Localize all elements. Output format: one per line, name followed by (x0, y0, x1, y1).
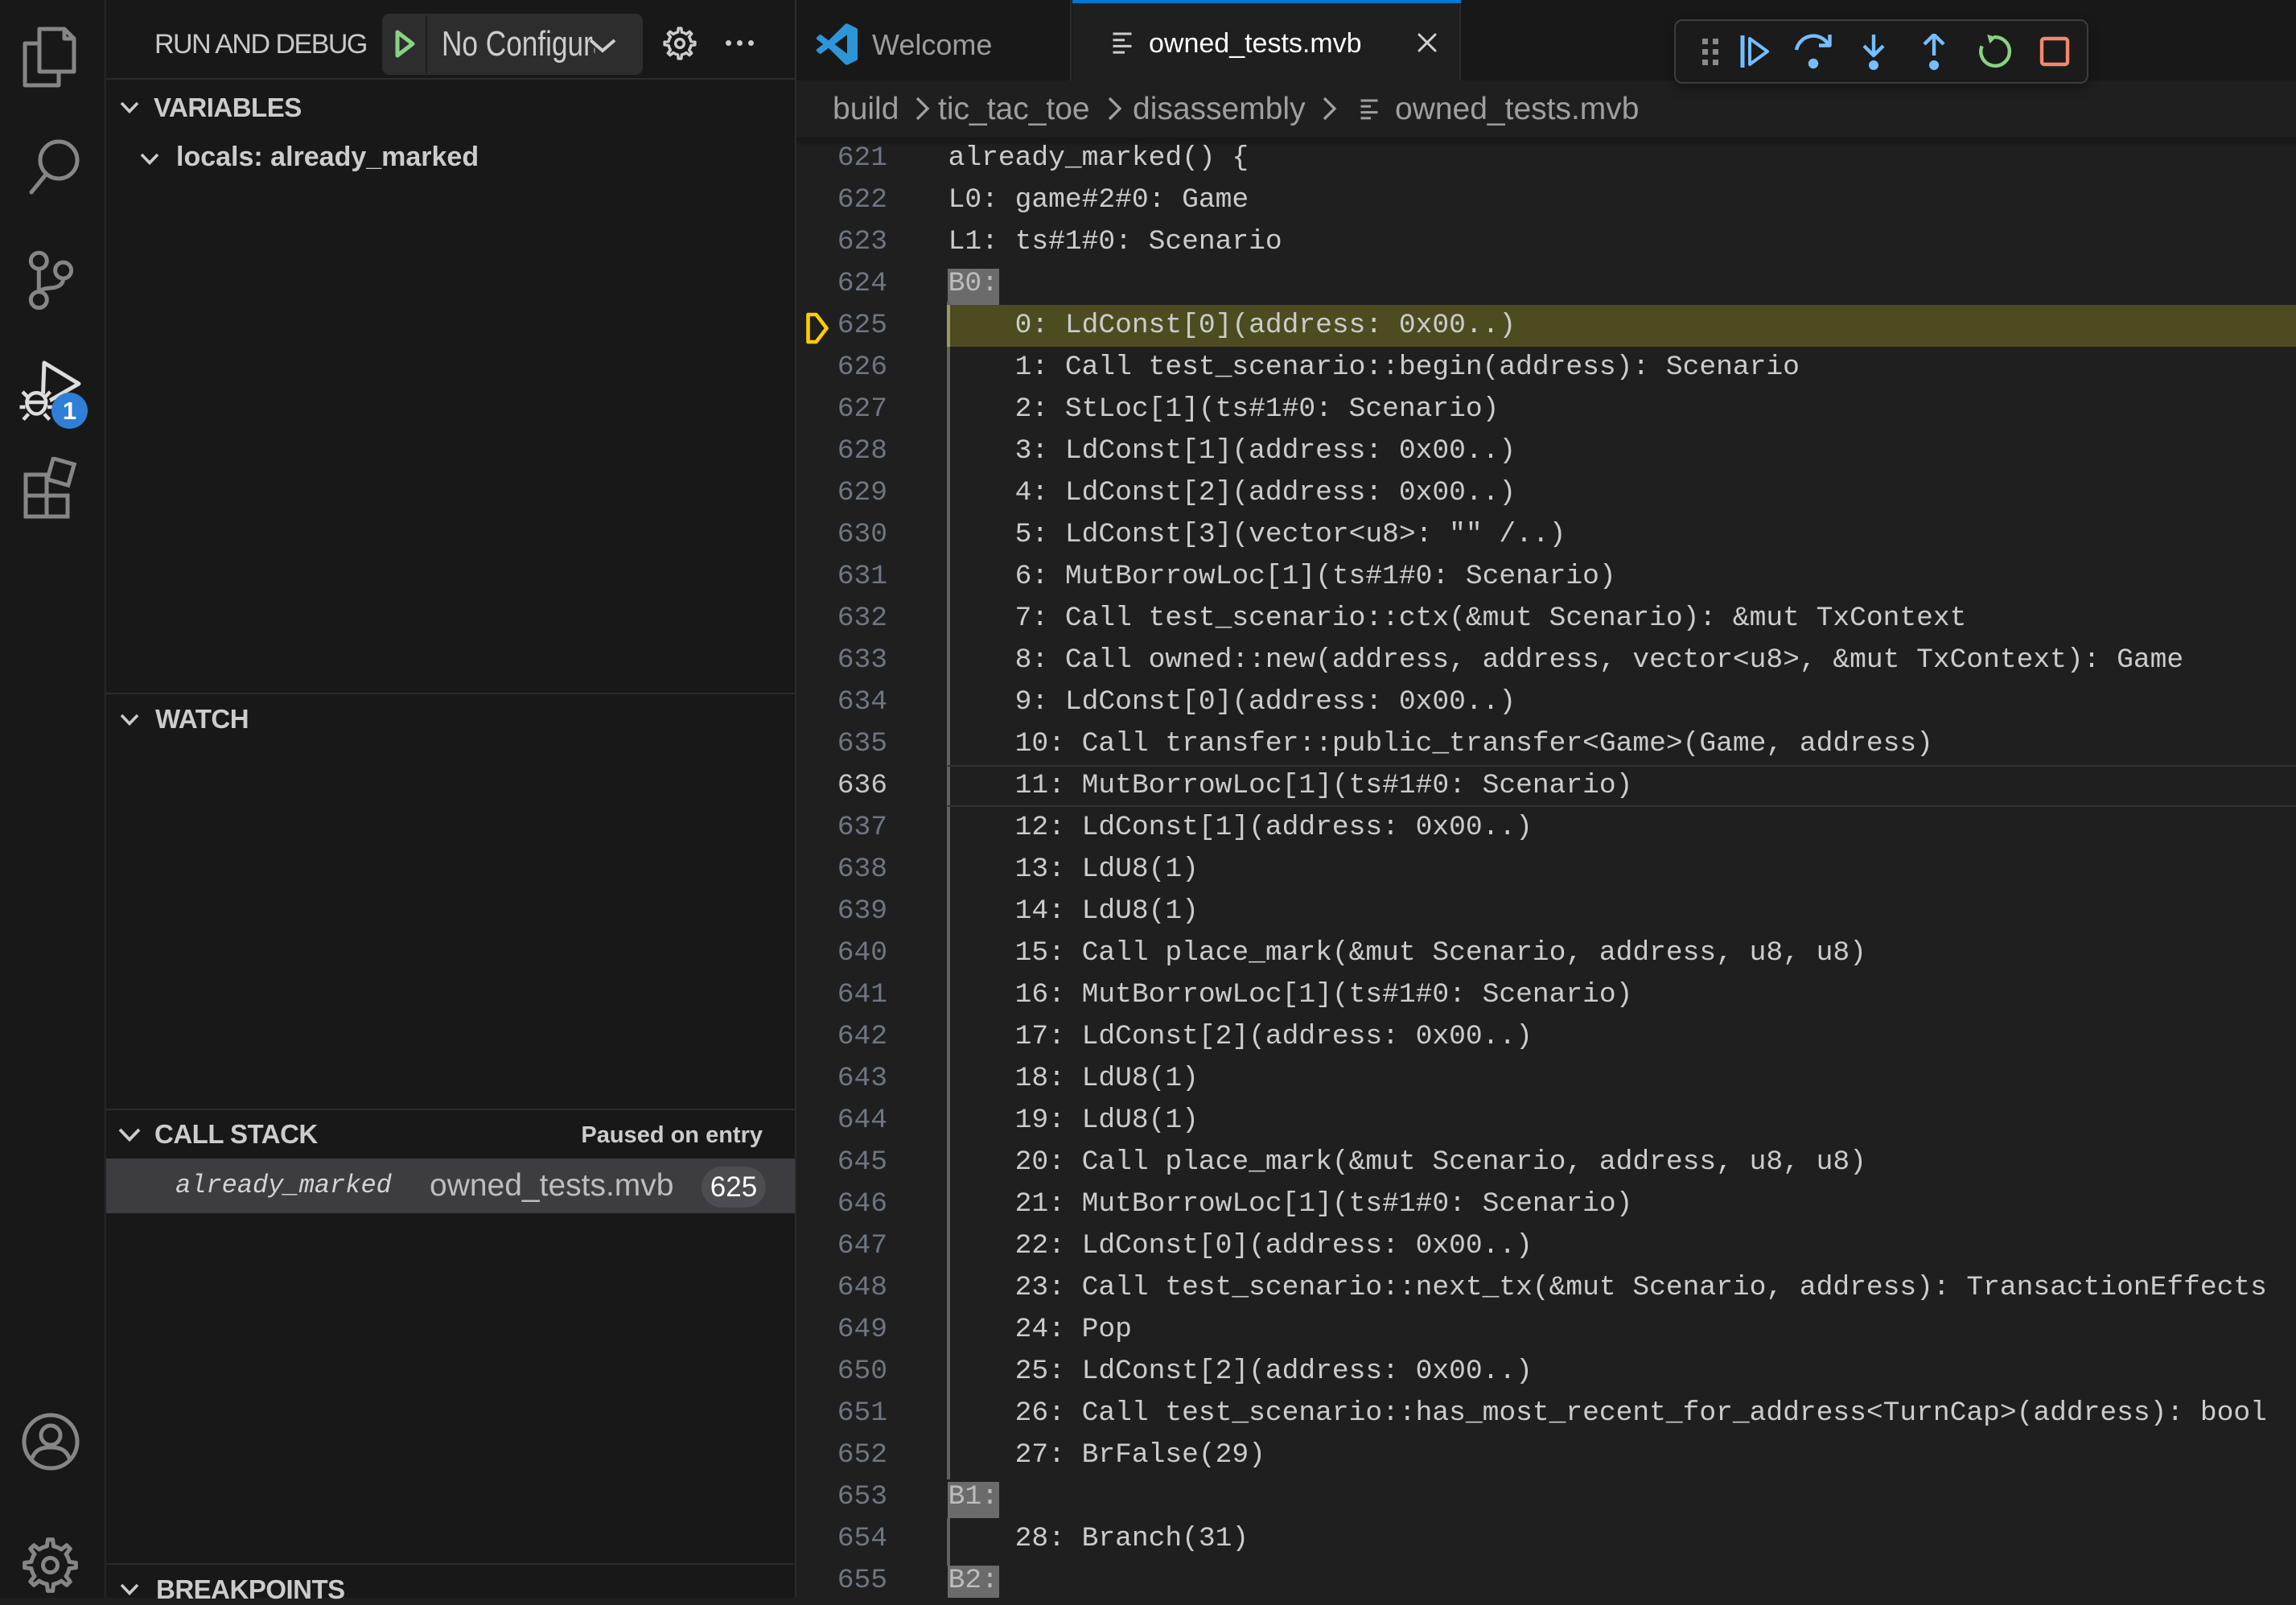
svg-text:1: 1 (63, 397, 76, 425)
